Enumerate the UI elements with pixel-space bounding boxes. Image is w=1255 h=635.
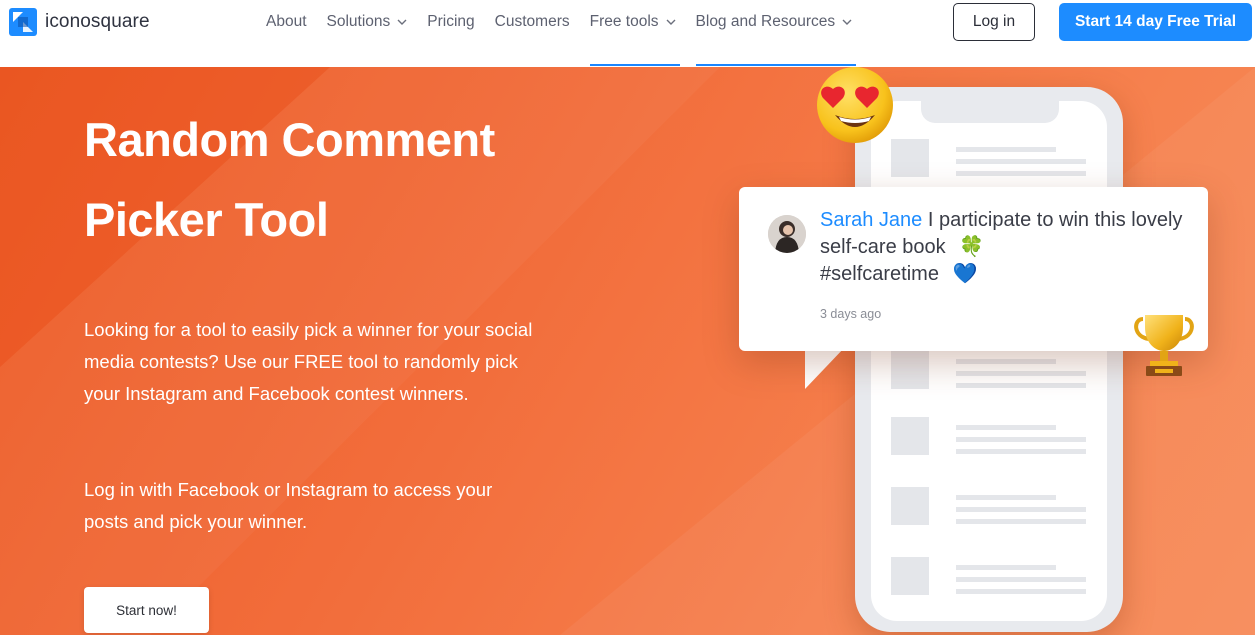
nav-customers[interactable]: Customers: [495, 12, 570, 32]
avatar: [768, 215, 806, 253]
start-trial-button[interactable]: Start 14 day Free Trial: [1059, 3, 1252, 41]
feed-line: [956, 171, 1086, 176]
nav-blog-resources[interactable]: Blog and Resources: [695, 12, 856, 66]
feed-row: [891, 351, 1091, 391]
hero-section: Random Comment Picker Tool Looking for a…: [0, 67, 1255, 635]
comment-text: Sarah Jane I participate to win this lov…: [820, 207, 1190, 288]
brand-logo[interactable]: iconosquare: [9, 8, 150, 36]
nav-pricing-label: Pricing: [427, 13, 475, 30]
feed-row: [891, 417, 1091, 457]
nav-free-tools[interactable]: Free tools: [589, 12, 680, 66]
feed-line: [956, 425, 1056, 430]
feed-thumbnail: [891, 417, 929, 455]
feed-line: [956, 383, 1086, 388]
main-nav: About Solutions Pricing Customers Free t…: [266, 12, 872, 66]
feed-thumbnail: [891, 557, 929, 595]
brand-name: iconosquare: [45, 11, 150, 32]
page-title: Random Comment Picker Tool: [84, 113, 495, 246]
nav-active-underline: [695, 64, 856, 66]
login-button[interactable]: Log in: [953, 3, 1035, 41]
feed-line: [956, 147, 1056, 152]
blue-heart-emoji-icon: 💙: [952, 263, 978, 285]
phone-mockup: [855, 87, 1123, 632]
trophy-icon: [1134, 315, 1194, 376]
nav-pricing[interactable]: Pricing: [427, 12, 474, 32]
feed-line: [956, 495, 1056, 500]
feed-line: [956, 359, 1056, 364]
feed-line: [956, 589, 1086, 594]
feed-row: [891, 557, 1091, 597]
speech-bubble-tail: [805, 347, 845, 389]
nav-active-underline: [589, 64, 680, 66]
nav-solutions-label: Solutions: [326, 13, 391, 30]
feed-line: [956, 371, 1086, 376]
clover-emoji-icon: 🍀: [959, 236, 985, 258]
chevron-down-icon: [842, 19, 852, 25]
hero-description: Looking for a tool to easily pick a winn…: [84, 319, 533, 404]
feed-line: [956, 159, 1086, 164]
phone-notch: [921, 101, 1059, 123]
feed-thumbnail: [891, 139, 929, 177]
phone-screen: [871, 101, 1107, 621]
feed-line: [956, 519, 1086, 524]
comment-username[interactable]: Sarah Jane: [820, 209, 922, 231]
site-header: iconosquare About Solutions Pricing Cust…: [0, 0, 1255, 67]
feed-line: [956, 437, 1086, 442]
comment-hashtag: #selfcaretime: [820, 263, 939, 285]
nav-solutions[interactable]: Solutions: [327, 12, 408, 32]
feed-line: [956, 577, 1086, 582]
nav-about-label: About: [266, 13, 307, 30]
avatar-photo-icon: [768, 215, 806, 253]
feed-line: [956, 449, 1086, 454]
feed-line: [956, 507, 1086, 512]
chevron-down-icon: [397, 19, 407, 25]
hero-login-text: Log in with Facebook or Instagram to acc…: [84, 479, 493, 532]
feed-thumbnail: [891, 487, 929, 525]
comment-timestamp: 3 days ago: [820, 307, 882, 321]
heart-eyes-emoji-icon: [817, 67, 893, 143]
chevron-down-icon: [666, 19, 676, 25]
feed-row: [891, 487, 1091, 527]
feed-row: [891, 139, 1091, 179]
nav-blog-label: Blog and Resources: [695, 13, 836, 30]
nav-about[interactable]: About: [266, 12, 307, 32]
start-now-button[interactable]: Start now!: [84, 587, 209, 633]
nav-customers-label: Customers: [494, 13, 570, 30]
logo-mark-icon: [9, 8, 37, 36]
nav-free-tools-label: Free tools: [589, 13, 659, 30]
feed-thumbnail: [891, 351, 929, 389]
feed-line: [956, 565, 1056, 570]
